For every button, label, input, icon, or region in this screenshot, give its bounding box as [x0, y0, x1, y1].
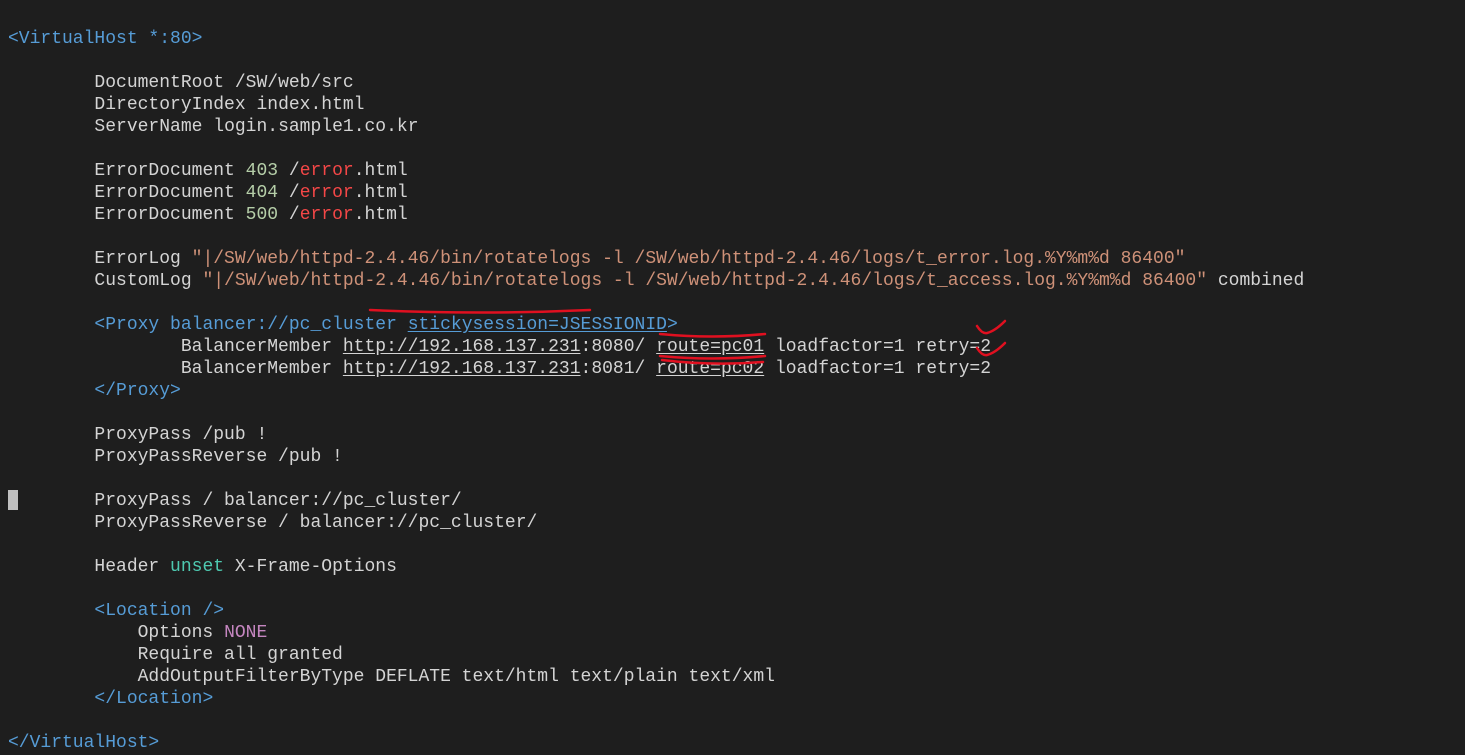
directoryindex-value: index.html: [256, 95, 364, 115]
balancer-member-2-route: route=pc02: [656, 359, 764, 379]
filter-line: AddOutputFilterByType DEFLATE text/html …: [138, 667, 775, 687]
proxypassreverse-root: ProxyPassReverse / balancer://pc_cluster…: [94, 513, 537, 533]
errordocument-403: ErrorDocument: [94, 161, 234, 181]
errordocument-404: ErrorDocument: [94, 183, 234, 203]
servername: ServerName: [94, 117, 202, 137]
balancer-member-2-url: http://192.168.137.231: [343, 359, 581, 379]
sticky-session: stickysession=JSESSIONID: [408, 315, 667, 335]
servername-value: login.sample1.co.kr: [213, 117, 418, 137]
balancer-member-2: BalancerMember: [181, 359, 332, 379]
balancer-member-2-opts: loadfactor=1 retry=2: [775, 359, 991, 379]
proxy-open-1: <Proxy balancer://pc_cluster: [94, 315, 407, 335]
header-dir: Header: [94, 557, 159, 577]
text-cursor: [8, 490, 18, 510]
proxypassreverse-pub: ProxyPassReverse /pub !: [94, 447, 342, 467]
balancer-member-1-route: route=pc01: [656, 337, 764, 357]
directoryindex: DirectoryIndex: [94, 95, 245, 115]
errordocument-500: ErrorDocument: [94, 205, 234, 225]
options-val: NONE: [224, 623, 267, 643]
code-editor[interactable]: <VirtualHost *:80> DocumentRoot /SW/web/…: [0, 0, 1465, 755]
virtualhost-close: </VirtualHost>: [8, 733, 159, 753]
proxypass-root: ProxyPass / balancer://pc_cluster/: [94, 491, 461, 511]
proxy-close: </Proxy>: [94, 381, 180, 401]
location-open: <Location />: [94, 601, 224, 621]
customlog-format: combined: [1218, 271, 1304, 291]
balancer-member-1: BalancerMember: [181, 337, 332, 357]
options-dir: Options: [138, 623, 214, 643]
customlog-value: "|/SW/web/httpd-2.4.46/bin/rotatelogs -l…: [202, 271, 1207, 291]
errorlog: ErrorLog: [94, 249, 180, 269]
location-close: </Location>: [94, 689, 213, 709]
underline-sticky: [370, 310, 590, 313]
errorlog-value: "|/SW/web/httpd-2.4.46/bin/rotatelogs -l…: [192, 249, 1186, 269]
proxypass-pub: ProxyPass /pub !: [94, 425, 267, 445]
header-arg: X-Frame-Options: [235, 557, 397, 577]
documentroot: DocumentRoot: [94, 73, 224, 93]
documentroot-value: /SW/web/src: [235, 73, 354, 93]
require-line: Require all granted: [138, 645, 343, 665]
virtualhost-open: <VirtualHost *:80>: [8, 29, 202, 49]
header-act: unset: [170, 557, 224, 577]
check-mark-1-icon: [977, 321, 1005, 333]
balancer-member-1-url: http://192.168.137.231: [343, 337, 581, 357]
customlog: CustomLog: [94, 271, 191, 291]
balancer-member-1-opts: loadfactor=1 retry=2: [775, 337, 991, 357]
